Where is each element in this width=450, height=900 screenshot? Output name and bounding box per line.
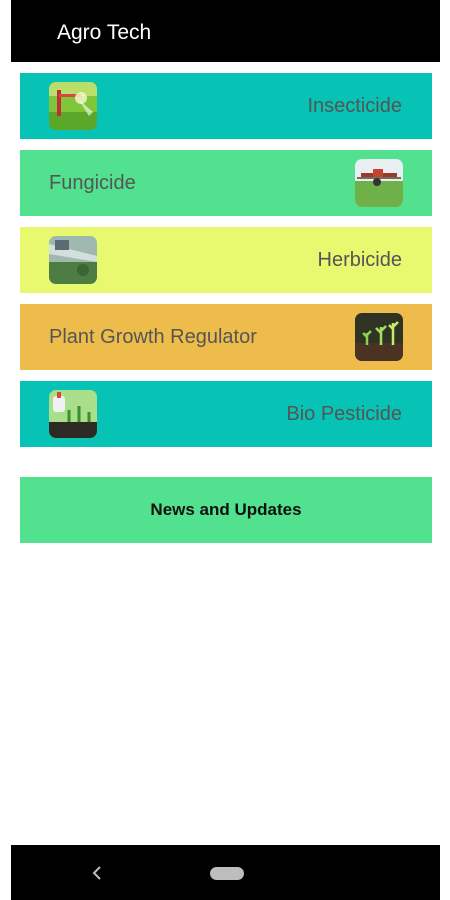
weed-spray-icon: [49, 236, 97, 284]
app-title: Agro Tech: [57, 21, 152, 44]
news-label: News and Updates: [150, 500, 302, 519]
bio-sprout-icon: [49, 390, 97, 438]
seedlings-icon: [355, 313, 403, 361]
category-bio-pesticide[interactable]: Bio Pesticide: [20, 381, 432, 447]
category-fungicide[interactable]: Fungicide: [20, 150, 432, 216]
category-label: Plant Growth Regulator: [49, 326, 257, 348]
category-label: Herbicide: [317, 249, 402, 271]
category-plant-growth-regulator[interactable]: Plant Growth Regulator: [20, 304, 432, 370]
crop-sprayer-icon: [49, 82, 97, 130]
navigation-bar: [11, 845, 440, 900]
category-label: Fungicide: [49, 172, 136, 194]
category-herbicide[interactable]: Herbicide: [20, 227, 432, 293]
app-bar: Agro Tech: [11, 0, 440, 62]
home-pill-icon[interactable]: [210, 867, 244, 880]
category-insecticide[interactable]: Insecticide: [20, 73, 432, 139]
tractor-field-icon: [355, 159, 403, 207]
back-chevron-icon[interactable]: [87, 861, 107, 885]
news-and-updates-button[interactable]: News and Updates: [20, 477, 432, 543]
category-label: Bio Pesticide: [286, 403, 402, 425]
category-label: Insecticide: [307, 95, 403, 117]
